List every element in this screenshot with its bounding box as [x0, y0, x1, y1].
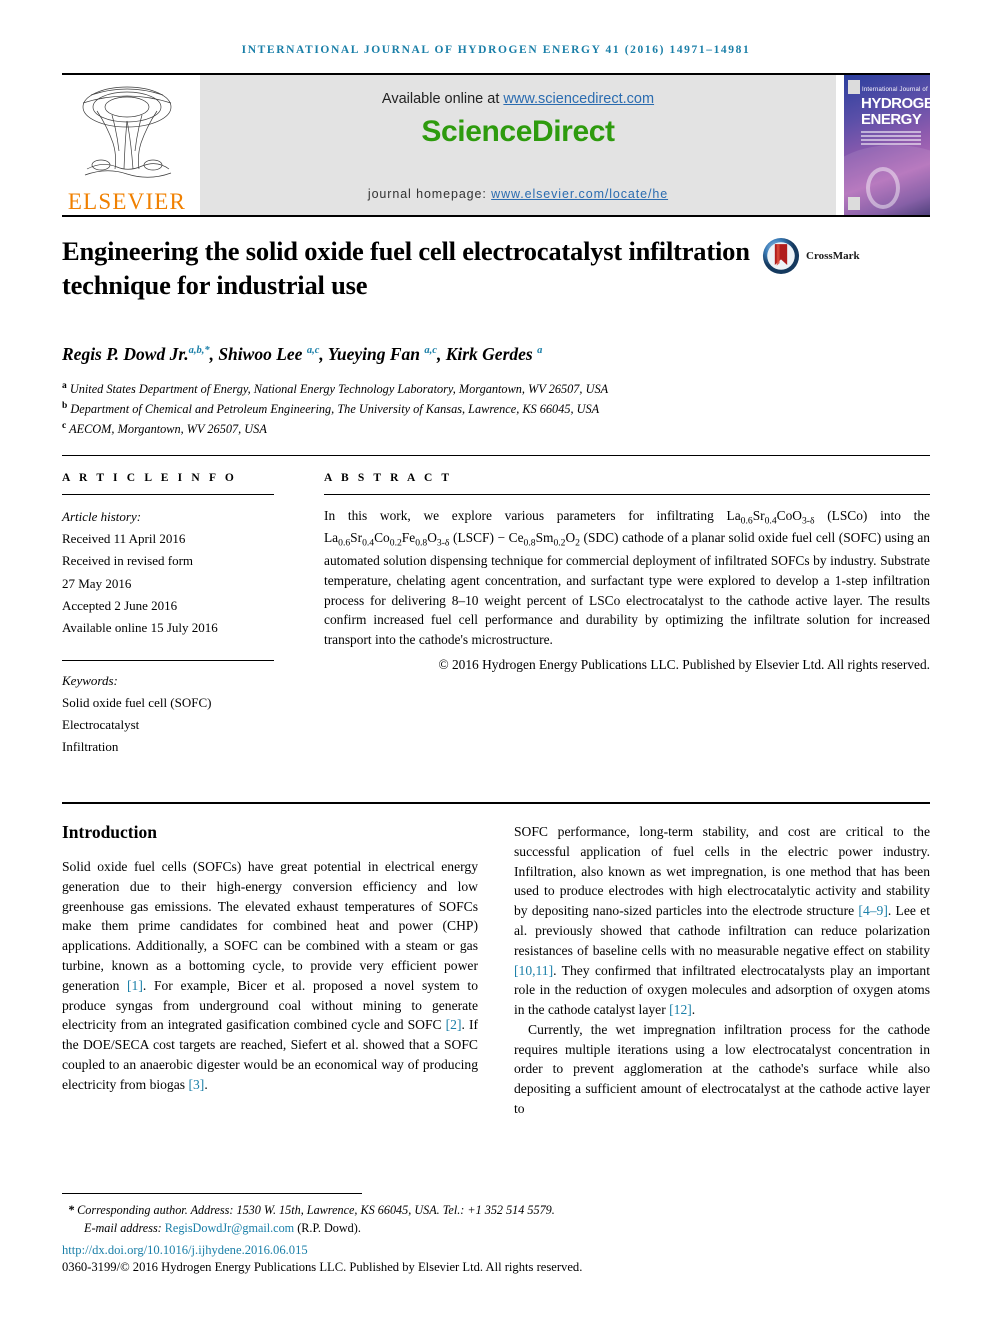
elsevier-wordmark: ELSEVIER	[67, 189, 187, 214]
abstract-rule	[324, 493, 930, 495]
footnote-rule	[62, 1192, 362, 1194]
article-page: INTERNATIONAL JOURNAL OF HYDROGEN ENERGY…	[0, 0, 992, 1323]
doi-line[interactable]: http://dx.doi.org/10.1016/j.ijhydene.201…	[62, 1243, 930, 1258]
email-label: E-mail address:	[84, 1221, 165, 1236]
body-column-right: SOFC performance, long-term stability, a…	[514, 822, 930, 1118]
journal-masthead: ELSEVIER Available online at www.science…	[62, 73, 930, 215]
history-accepted: Accepted 2 June 2016	[62, 598, 178, 614]
keywords-label: Keywords:	[62, 672, 118, 688]
keywords-rule	[62, 659, 274, 661]
crossmark-label: CrossMark	[806, 250, 860, 262]
history-available-online: Available online 15 July 2016	[62, 620, 218, 636]
journal-cover-thumbnail: International Journal of HYDROGEN ENERGY	[844, 75, 930, 215]
email-suffix: (R.P. Dowd).	[294, 1221, 361, 1236]
keyword-item: Solid oxide fuel cell (SOFC)	[62, 694, 212, 710]
affiliation-item: a United States Department of Energy, Na…	[62, 379, 930, 399]
page-title: Engineering the solid oxide fuel cell el…	[62, 236, 750, 300]
body-column-left: Introduction Solid oxide fuel cells (SOF…	[62, 822, 478, 1118]
email-link[interactable]: RegisDowdJr@gmail.com	[165, 1221, 294, 1235]
affiliation-item: c AECOM, Morgantown, WV 26507, USA	[62, 419, 930, 439]
elsevier-logo: ELSEVIER	[62, 75, 192, 215]
journal-homepage-label: journal homepage:	[367, 187, 492, 201]
abstract-column: A B S T R A C T In this work, we explore…	[302, 472, 930, 759]
article-info-rule	[62, 493, 274, 495]
affiliation-list: a United States Department of Energy, Na…	[62, 379, 930, 438]
cover-line-3: ENERGY	[861, 111, 922, 128]
affiliation-text: United States Department of Energy, Nati…	[69, 382, 609, 397]
affiliation-text: Department of Chemical and Petroleum Eng…	[70, 402, 600, 417]
author-list: Regis P. Dowd Jr.a,b,*, Shiwoo Lee a,c, …	[62, 344, 543, 365]
elsevier-tree-icon	[82, 86, 172, 178]
running-head: INTERNATIONAL JOURNAL OF HYDROGEN ENERGY…	[241, 44, 751, 56]
cover-line-1: International Journal of	[862, 87, 928, 93]
doi-link[interactable]: http://dx.doi.org/10.1016/j.ijhydene.201…	[62, 1243, 308, 1257]
cover-editor-lines	[861, 131, 921, 147]
history-received: Received 11 April 2016	[62, 530, 186, 546]
body-paragraph: SOFC performance, long-term stability, a…	[514, 824, 930, 1018]
body-paragraph: Solid oxide fuel cells (SOFCs) have grea…	[62, 859, 478, 1092]
abstract-body: In this work, we explore various paramet…	[324, 507, 930, 648]
available-online-text: Available online at	[381, 91, 504, 107]
keyword-item: Electrocatalyst	[62, 716, 140, 732]
affiliation-marker: b	[62, 401, 68, 412]
footnote-block: * Corresponding author. Address: 1530 W.…	[62, 1192, 930, 1275]
sciencedirect-url[interactable]: www.sciencedirect.com	[503, 91, 654, 107]
journal-homepage-url[interactable]: www.elsevier.com/locate/he	[491, 187, 668, 201]
cover-ring-graphic	[866, 167, 900, 209]
issn-copyright-line: 0360-3199/© 2016 Hydrogen Energy Publica…	[62, 1260, 583, 1274]
sciencedirect-banner: Available online at www.sciencedirect.co…	[200, 75, 836, 215]
sciencedirect-logo[interactable]: ScienceDirect	[421, 115, 615, 149]
affiliation-text: AECOM, Morgantown, WV 26507, USA	[69, 421, 267, 436]
crossmark-badge[interactable]: CrossMark	[762, 237, 860, 275]
journal-homepage-line: journal homepage: www.elsevier.com/locat…	[368, 187, 668, 201]
article-history-label: Article history:	[62, 508, 142, 524]
crossmark-icon	[762, 237, 800, 275]
available-online-line: Available online at www.sciencedirect.co…	[382, 91, 654, 107]
history-revised-date: 27 May 2016	[62, 575, 132, 591]
corresponding-author-note: * Corresponding author. Address: 1530 W.…	[68, 1202, 555, 1217]
section-title-introduction: Introduction	[62, 822, 157, 843]
affiliation-marker: c	[62, 420, 67, 431]
body-paragraph: Currently, the wet impregnation infiltra…	[514, 1021, 930, 1116]
article-info-column: A R T I C L E I N F O Article history: R…	[62, 472, 302, 759]
article-info-heading: A R T I C L E I N F O	[62, 471, 237, 484]
history-revised-label: Received in revised form	[62, 553, 194, 569]
affiliation-item: b Department of Chemical and Petroleum E…	[62, 399, 930, 419]
email-note: E-mail address: RegisDowdJr@gmail.com (R…	[62, 1219, 930, 1238]
keyword-item: Infiltration	[62, 739, 119, 755]
affiliation-marker: a	[62, 381, 67, 392]
cover-bottom-mark	[848, 197, 860, 210]
abstract-copyright: © 2016 Hydrogen Energy Publications LLC.…	[438, 656, 930, 672]
cover-top-mark	[848, 80, 860, 94]
abstract-heading: A B S T R A C T	[324, 471, 453, 484]
cover-line-2: HYDROGEN	[861, 95, 930, 112]
